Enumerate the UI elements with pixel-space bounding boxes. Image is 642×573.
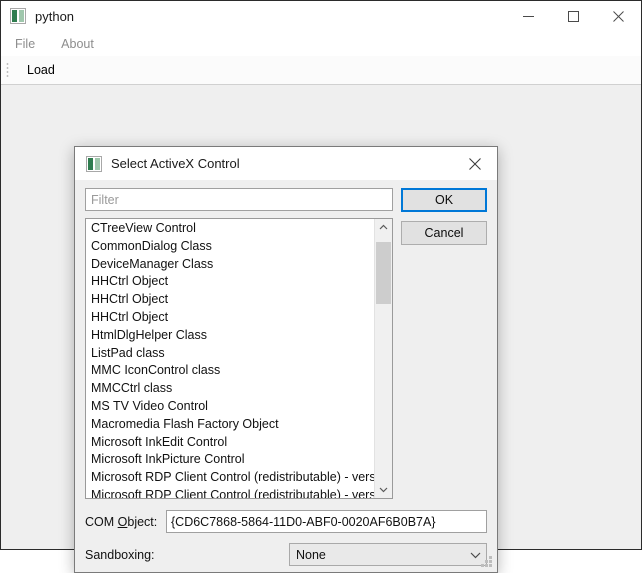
list-item[interactable]: MMC IconControl class [86, 362, 374, 380]
dialog-title: Select ActiveX Control [111, 156, 240, 171]
list-item[interactable]: DeviceManager Class [86, 256, 374, 274]
list-item[interactable]: HtmlDlgHelper Class [86, 327, 374, 345]
list-item[interactable]: Microsoft RDP Client Control (redistribu… [86, 469, 374, 487]
com-object-label-suffix: bject: [127, 514, 158, 529]
filter-input[interactable] [85, 188, 393, 211]
sandboxing-select[interactable]: None [289, 543, 487, 566]
dialog-titlebar: Select ActiveX Control [75, 147, 497, 180]
list-item[interactable]: CTreeView Control [86, 220, 374, 238]
toolbar-drag-grip-icon[interactable] [6, 61, 11, 79]
select-activex-control-dialog: Select ActiveX Control CTreeView Contro [74, 146, 498, 573]
chevron-down-icon[interactable] [375, 481, 392, 498]
list-item[interactable]: ListPad class [86, 345, 374, 363]
main-window: python File About Load Select ActiveX Co… [0, 0, 642, 573]
tool-bar: Load [1, 56, 641, 85]
maximize-button[interactable] [551, 1, 596, 31]
scrollbar-track[interactable] [375, 236, 392, 481]
dialog-icon [86, 155, 102, 172]
dialog-resize-grip-icon[interactable] [480, 555, 492, 567]
list-item[interactable]: MMCCtrl class [86, 380, 374, 398]
chevron-up-icon[interactable] [375, 219, 392, 236]
com-object-row: COM Object: [85, 510, 487, 533]
menu-item-about[interactable]: About [57, 35, 104, 53]
dialog-form-fields: COM Object: Sandboxing: None [85, 510, 487, 566]
filter-and-buttons-row: CTreeView Control CommonDialog Class Dev… [85, 188, 487, 499]
list-item[interactable]: Macromedia Flash Factory Object [86, 416, 374, 434]
close-button[interactable] [596, 1, 641, 31]
sandboxing-row: Sandboxing: None [85, 543, 487, 566]
list-scrollbar[interactable] [374, 219, 392, 498]
list-item[interactable]: CommonDialog Class [86, 238, 374, 256]
list-items-container: CTreeView Control CommonDialog Class Dev… [86, 219, 374, 498]
list-item[interactable]: Microsoft InkPicture Control [86, 451, 374, 469]
menu-item-file[interactable]: File [11, 35, 45, 53]
filter-and-list-column: CTreeView Control CommonDialog Class Dev… [85, 188, 393, 499]
dialog-close-icon[interactable] [453, 147, 497, 180]
activex-control-list[interactable]: CTreeView Control CommonDialog Class Dev… [85, 218, 393, 499]
load-button[interactable]: Load [19, 60, 63, 80]
ok-button[interactable]: OK [401, 188, 487, 212]
list-item[interactable]: Microsoft RDP Client Control (redistribu… [86, 487, 374, 498]
list-item[interactable]: MS TV Video Control [86, 398, 374, 416]
minimize-button[interactable] [506, 1, 551, 31]
window-title: python [35, 8, 75, 24]
com-object-input[interactable] [166, 510, 487, 533]
com-object-label-accelerator: O [117, 514, 128, 529]
main-titlebar: python [1, 1, 641, 31]
menu-bar: File About [1, 31, 641, 56]
dialog-content: CTreeView Control CommonDialog Class Dev… [75, 180, 497, 572]
list-item[interactable]: Microsoft InkEdit Control [86, 434, 374, 452]
scrollbar-thumb[interactable] [376, 242, 391, 304]
cancel-button[interactable]: Cancel [401, 221, 487, 245]
main-content-area: Select ActiveX Control CTreeView Contro [1, 85, 641, 573]
com-object-label-prefix: COM [85, 514, 118, 529]
app-icon [10, 8, 26, 24]
com-object-label: COM Object: [85, 515, 166, 529]
list-item[interactable]: HHCtrl Object [86, 309, 374, 327]
dialog-action-buttons: OK Cancel [401, 188, 487, 245]
window-controls [506, 1, 641, 31]
list-item[interactable]: HHCtrl Object [86, 273, 374, 291]
list-item[interactable]: HHCtrl Object [86, 291, 374, 309]
